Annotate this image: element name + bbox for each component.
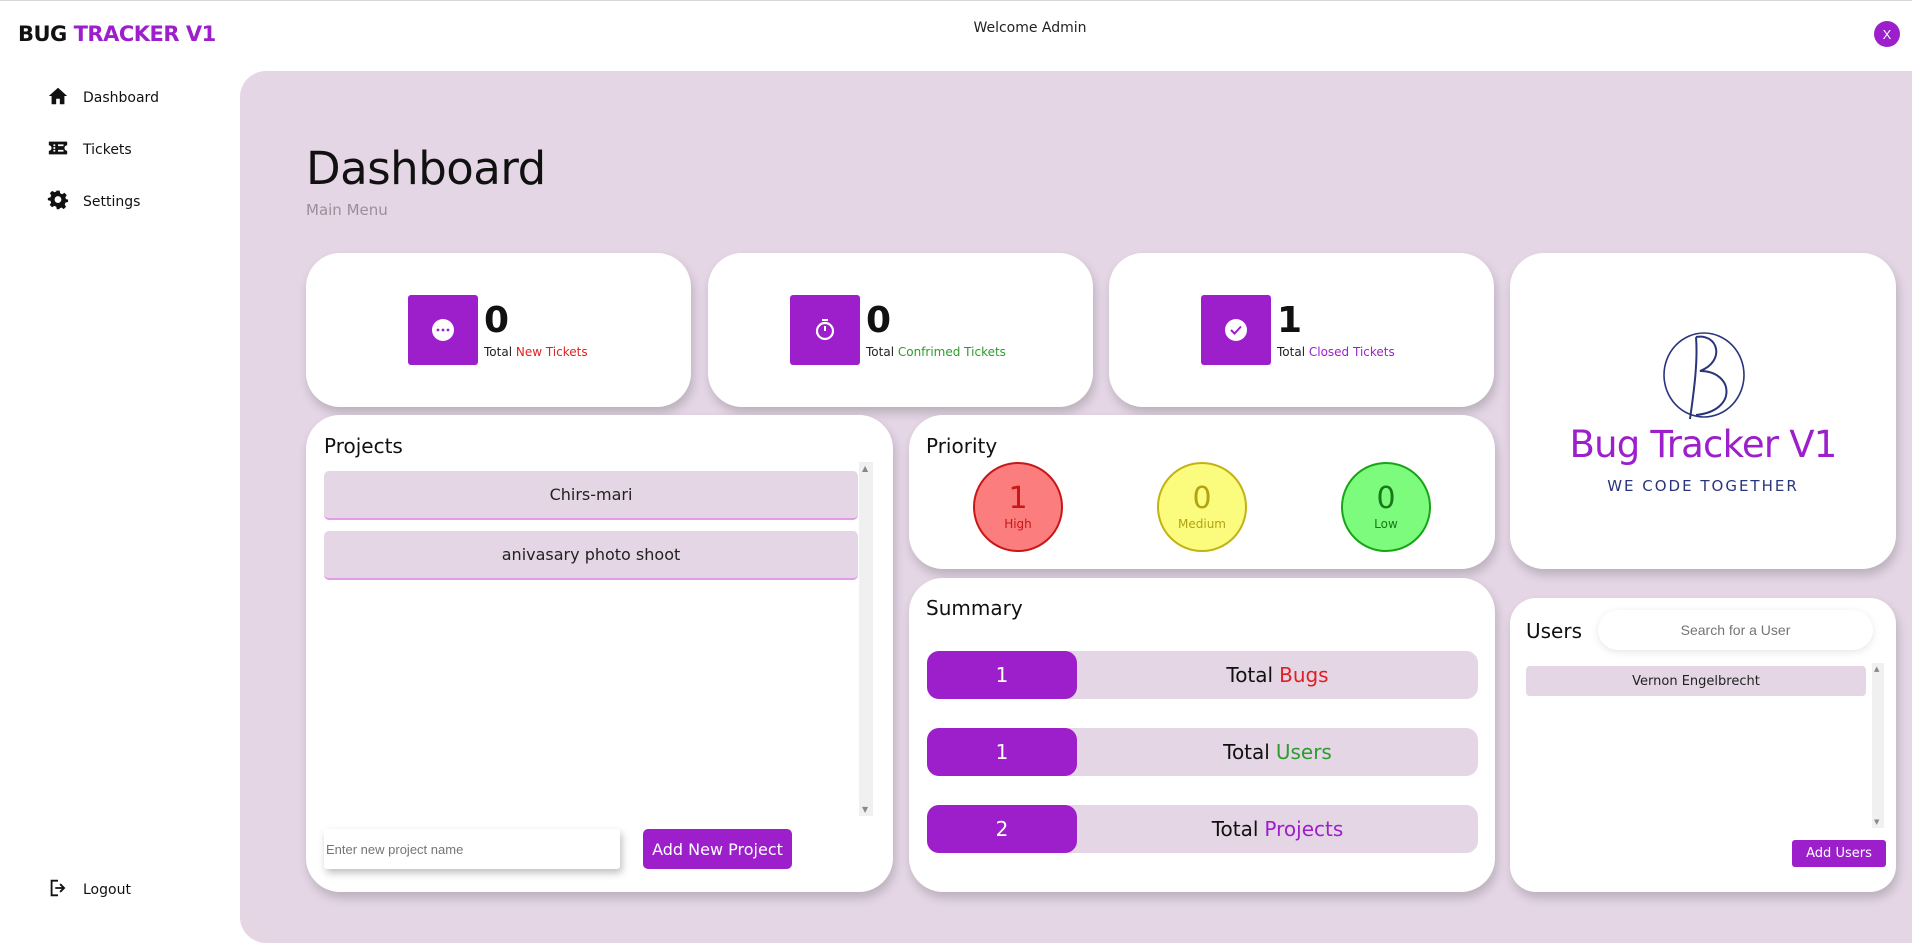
projects-list: Chirs-mari anivasary photo shoot	[324, 471, 864, 821]
summary-card: Summary 1 Total Bugs 1 Total Users 2 Total…	[909, 578, 1495, 892]
user-search-input[interactable]	[1598, 610, 1873, 650]
stat-card-closed-tickets: 1 Total Closed Tickets	[1109, 253, 1494, 407]
stat-card-confirmed-tickets: 0 Total Confrimed Tickets	[708, 253, 1093, 407]
priority-high: 1 High	[973, 462, 1063, 552]
priority-title: Priority	[926, 434, 998, 458]
priority-value: 1	[1008, 481, 1028, 516]
top-border	[0, 0, 1912, 1]
new-project-input[interactable]	[324, 829, 620, 869]
sidebar-item-label: Logout	[83, 882, 131, 898]
users-scrollbar[interactable]: ▲ ▼	[1872, 663, 1884, 828]
sidebar-item-settings[interactable]: Settings	[47, 189, 140, 215]
scroll-down-icon[interactable]: ▼	[1874, 818, 1879, 826]
project-item[interactable]: Chirs-mari	[324, 471, 858, 520]
logout-icon	[47, 877, 69, 903]
stat-value: 1	[1277, 300, 1303, 341]
priority-low: 0 Low	[1341, 462, 1431, 552]
summary-value: 1	[927, 651, 1077, 699]
welcome-text: Welcome Admin	[973, 20, 1087, 36]
logo-card: Bug Tracker V1 WE CODE TOGETHER	[1510, 253, 1896, 569]
sidebar-item-logout[interactable]: Logout	[47, 877, 131, 903]
add-users-button[interactable]: Add Users	[1792, 840, 1886, 867]
summary-label: Total Projects	[1211, 817, 1344, 841]
ticket-icon	[47, 137, 69, 163]
page-subtitle: Main Menu	[306, 201, 388, 219]
users-card: Users Vernon Engelbrecht ▲ ▼ Add Users	[1510, 598, 1896, 892]
stat-label: Total Confrimed Tickets	[866, 345, 1006, 359]
projects-scrollbar[interactable]: ▲ ▼	[859, 462, 873, 816]
project-item[interactable]: anivasary photo shoot	[324, 531, 858, 580]
stopwatch-icon	[790, 295, 860, 365]
users-title: Users	[1526, 619, 1583, 643]
chat-icon	[408, 295, 478, 365]
check-icon	[1201, 295, 1271, 365]
sidebar-item-tickets[interactable]: Tickets	[47, 137, 132, 163]
summary-label: Total Bugs	[1226, 663, 1329, 687]
summary-row-users: 1 Total Users	[927, 728, 1478, 776]
stat-label: Total New Tickets	[484, 345, 588, 359]
summary-label: Total Users	[1223, 740, 1332, 764]
priority-label: High	[1004, 517, 1032, 531]
priority-card: Priority 1 High 0 Medium 0 Low	[909, 415, 1495, 569]
gear-icon	[47, 189, 69, 215]
stat-value: 0	[866, 300, 892, 341]
scroll-up-icon[interactable]: ▲	[1874, 665, 1879, 673]
logo-name: Bug Tracker V1	[1569, 423, 1838, 466]
stat-value: 0	[484, 300, 510, 341]
projects-title: Projects	[324, 434, 403, 458]
user-list-item[interactable]: Vernon Engelbrecht	[1526, 666, 1866, 696]
scroll-up-icon[interactable]: ▲	[862, 464, 868, 473]
priority-label: Medium	[1178, 517, 1226, 531]
priority-label: Low	[1374, 517, 1398, 531]
stat-card-new-tickets: 0 Total New Tickets	[306, 253, 691, 407]
page-title: Dashboard	[306, 142, 546, 195]
scroll-down-icon[interactable]: ▼	[862, 805, 868, 814]
close-button[interactable]: X	[1874, 21, 1900, 47]
sidebar-item-label: Tickets	[83, 142, 132, 158]
projects-card: Projects Chirs-mari anivasary photo shoo…	[306, 415, 893, 892]
sidebar-item-label: Dashboard	[83, 90, 159, 106]
sidebar-item-dashboard[interactable]: Dashboard	[47, 85, 159, 111]
priority-medium: 0 Medium	[1157, 462, 1247, 552]
priority-value: 0	[1192, 481, 1212, 516]
logo-emblem-icon	[1663, 332, 1745, 420]
stat-label: Total Closed Tickets	[1277, 345, 1395, 359]
sidebar-item-label: Settings	[83, 194, 141, 210]
add-project-button[interactable]: Add New Project	[643, 829, 792, 869]
priority-value: 0	[1376, 481, 1396, 516]
home-icon	[47, 85, 69, 111]
summary-row-bugs: 1 Total Bugs	[927, 651, 1478, 699]
logo-tagline: WE CODE TOGETHER	[1607, 477, 1799, 495]
summary-title: Summary	[926, 596, 1023, 620]
summary-value: 2	[927, 805, 1077, 853]
summary-row-projects: 2 Total Projects	[927, 805, 1478, 853]
summary-value: 1	[927, 728, 1077, 776]
